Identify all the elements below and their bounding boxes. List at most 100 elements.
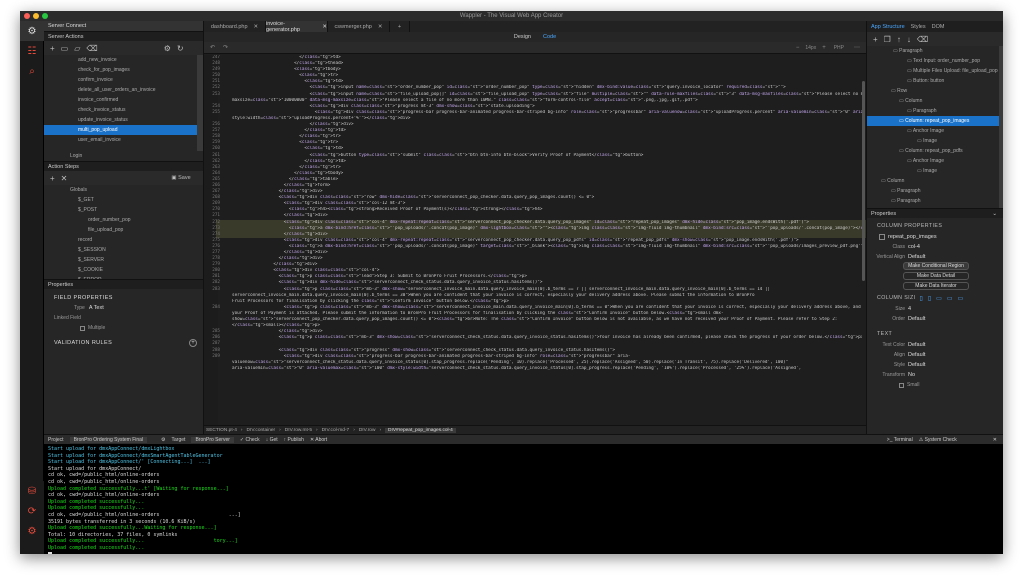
action-step-item[interactable]: $_POST — [44, 205, 203, 215]
tab-app-structure[interactable]: App Structure — [871, 24, 905, 30]
get-button[interactable]: ↓ Get — [266, 437, 278, 443]
action-step-item[interactable]: $_GET — [44, 195, 203, 205]
action-step-item[interactable]: $_COOKIE — [44, 265, 203, 275]
code-mode-button[interactable]: Code — [543, 34, 556, 40]
breadcrumb-item[interactable]: DIV.col-md-7 — [322, 428, 350, 433]
add-icon[interactable]: + — [50, 44, 55, 53]
delete-icon[interactable]: ⌫ — [86, 44, 97, 53]
code-line[interactable]: aria-valuemin=class="st">"0" aria-valuem… — [216, 366, 866, 372]
publish-button[interactable]: ↑ Publish — [284, 437, 304, 443]
breadcrumb-item[interactable]: SECTION.pt-4 — [206, 428, 237, 433]
design-mode-button[interactable]: Design — [514, 34, 531, 40]
minimize-window-icon[interactable] — [33, 13, 39, 19]
login-folder[interactable]: Login — [44, 151, 203, 161]
maximize-window-icon[interactable] — [42, 13, 48, 19]
open-icon[interactable]: ▱ — [74, 44, 80, 53]
editor-tab[interactable]: dashboard.php ✕ — [204, 21, 266, 32]
server-action-item[interactable]: update_invoice_status — [44, 115, 197, 125]
text-color-value[interactable]: Default — [908, 342, 925, 348]
zoom-in-icon[interactable]: + — [822, 45, 826, 51]
structure-tree-item[interactable]: ▭ Paragraph — [867, 196, 999, 206]
action-step-item[interactable]: $_SESSION — [44, 245, 203, 255]
structure-tree-item[interactable]: ▭ Image — [867, 166, 999, 176]
breadcrumb-item[interactable]: DIV.row — [359, 428, 376, 433]
editor-scrollbar[interactable] — [862, 81, 865, 281]
close-tab-icon[interactable]: ✕ — [378, 24, 383, 30]
code-area[interactable]: 247 </class="tg">td> 248 </class="tg">the… — [204, 55, 866, 425]
database-icon[interactable]: ⛁ — [20, 481, 44, 501]
server-action-item[interactable]: add_new_invoice — [44, 55, 197, 65]
action-step-item[interactable]: order_number_pop — [44, 215, 203, 225]
add-rule-icon[interactable]: + — [189, 339, 197, 347]
tab-styles[interactable]: Styles — [911, 24, 926, 30]
tab-dom[interactable]: DOM — [932, 24, 945, 30]
style-value[interactable]: Default — [908, 362, 925, 368]
server-action-item[interactable]: check_invoice_status — [44, 105, 197, 115]
structure-tree-item[interactable]: ▭ Image — [867, 136, 999, 146]
save-button[interactable]: ▣ Save — [171, 175, 190, 181]
server-action-item[interactable]: user_email_invoice — [44, 135, 197, 145]
breadcrumb-item[interactable]: DIV.container — [247, 428, 276, 433]
server-action-item[interactable]: delete_all_user_orders_an_invoice — [44, 85, 197, 95]
structure-tree-item[interactable]: ▭ Anchor Image — [867, 156, 999, 166]
system-check-tab[interactable]: ⚠ System Check — [919, 437, 957, 443]
size-value[interactable]: 4 — [908, 306, 911, 312]
close-tab-icon[interactable]: ✕ — [254, 24, 259, 30]
structure-tree-item[interactable]: ▭ Anchor Image — [867, 126, 999, 136]
tree-icon[interactable]: ☷ — [20, 41, 44, 61]
move-up-icon[interactable]: ↑ — [897, 35, 901, 44]
zoom-out-icon[interactable]: − — [796, 45, 800, 51]
settings-icon[interactable]: ⚙ — [20, 521, 44, 541]
structure-tree-item[interactable]: ▭ Row — [867, 86, 999, 96]
structure-tree-item[interactable]: ▭ Button: button — [867, 76, 999, 86]
server-action-item[interactable]: confirm_invoice — [44, 75, 197, 85]
structure-tree-item[interactable]: ▭ Paragraph — [867, 46, 999, 56]
remove-step-icon[interactable]: ✕ — [61, 174, 68, 183]
device-size-icons[interactable]: ▯▯▭▭▭ — [920, 295, 969, 302]
structure-tree-item[interactable]: ▭ Text Input: order_number_pop — [867, 56, 999, 66]
structure-tree-item[interactable]: ▭ Column: repeat_pop_images — [867, 116, 999, 126]
action-step-item[interactable]: $_SERVER — [44, 255, 203, 265]
refresh-assets-icon[interactable]: ⟳ — [20, 501, 44, 521]
editor-tab[interactable]: cswmerger.php ✕ — [328, 21, 390, 32]
move-down-icon[interactable]: ↓ — [907, 35, 911, 44]
action-step-item[interactable]: $_ERROR — [44, 275, 203, 279]
project-select[interactable]: BronPro Ordering System Final — [69, 436, 148, 443]
breadcrumb-item[interactable]: DIV#repeat_pop_images.col-4 — [385, 427, 456, 433]
structure-tree-item[interactable]: ▭ Paragraph — [867, 186, 999, 196]
target-select[interactable]: BronPro Server — [191, 436, 234, 443]
action-step-item[interactable]: record — [44, 235, 203, 245]
multiple-checkbox[interactable] — [80, 325, 85, 331]
server-action-item[interactable]: invoice_confirmed — [44, 95, 197, 105]
order-value[interactable]: Default — [908, 316, 925, 322]
server-action-item[interactable]: check_for_pop_images — [44, 65, 197, 75]
terminal-tab[interactable]: >_ Terminal — [887, 437, 913, 443]
action-step-item[interactable]: file_upload_pop — [44, 225, 203, 235]
valign-value[interactable]: Default — [908, 254, 925, 260]
editor-tab[interactable]: invoice-generator.php ✕ — [266, 21, 328, 33]
structure-tree-item[interactable]: ▭ Paragraph — [867, 106, 999, 116]
refresh-icon[interactable]: ↻ — [177, 44, 184, 53]
structure-tree-item[interactable]: ▭ Multiple Files Upload: file_upload_pop — [867, 66, 999, 76]
make-data-iterator-button[interactable]: Make Data Iterator — [903, 282, 969, 290]
server-connect-icon[interactable]: ⚙ — [20, 21, 44, 41]
terminal-output[interactable]: Start upload for dmxAppConnect/dmxLightb… — [44, 444, 1003, 554]
redo-icon[interactable]: ↷ — [223, 44, 228, 51]
make-data-detail-button[interactable]: Make Data Detail — [903, 272, 969, 280]
server-action-item[interactable]: multi_pop_upload — [44, 125, 197, 135]
action-step-item[interactable]: Globals — [44, 185, 203, 195]
delete-element-icon[interactable]: ⌫ — [917, 35, 928, 44]
transform-value[interactable]: No — [908, 372, 915, 378]
close-window-icon[interactable] — [24, 13, 30, 19]
search-icon[interactable]: ⌕ — [20, 61, 44, 81]
close-tab-icon[interactable]: ✕ — [322, 24, 327, 30]
new-tab-button[interactable]: + — [390, 21, 410, 32]
add-element-icon[interactable]: + — [873, 35, 878, 44]
align-value[interactable]: Default — [908, 352, 925, 358]
language-select[interactable]: PHP — [834, 45, 844, 51]
structure-tree-item[interactable]: ▭ Column — [867, 96, 999, 106]
breadcrumb-item[interactable]: DIV.row.mt-5 — [285, 428, 312, 433]
structure-tree-item[interactable]: ▭ Column — [867, 176, 999, 186]
copy-icon[interactable]: ❐ — [884, 35, 891, 44]
small-checkbox[interactable] — [899, 382, 904, 388]
